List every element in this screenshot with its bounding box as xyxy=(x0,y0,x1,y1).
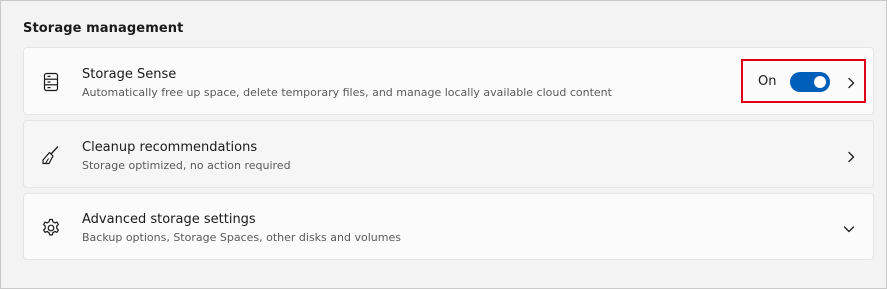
cleanup-recommendations-description: Storage optimized, no action required xyxy=(82,159,291,172)
storage-sense-card[interactable]: Storage Sense Automatically free up spac… xyxy=(23,47,874,115)
advanced-storage-settings-card[interactable]: Advanced storage settings Backup options… xyxy=(23,193,874,260)
advanced-storage-settings-description: Backup options, Storage Spaces, other di… xyxy=(82,231,401,244)
cleanup-recommendations-card[interactable]: Cleanup recommendations Storage optimize… xyxy=(23,120,874,188)
section-title: Storage management xyxy=(23,21,184,36)
settings-frame: Storage management Storage Sense Automat… xyxy=(0,0,887,289)
advanced-storage-settings-title: Advanced storage settings xyxy=(82,212,256,227)
storage-sense-toggle[interactable] xyxy=(790,72,830,92)
chevron-down-icon[interactable] xyxy=(842,221,856,235)
chevron-right-icon[interactable] xyxy=(844,149,858,163)
toggle-knob xyxy=(814,76,826,88)
storage-sense-title: Storage Sense xyxy=(82,67,177,82)
chevron-right-icon[interactable] xyxy=(844,75,858,89)
storage-sense-toggle-label: On xyxy=(758,74,777,89)
storage-drive-icon xyxy=(40,71,62,93)
gear-icon xyxy=(40,217,62,239)
broom-icon xyxy=(40,144,62,166)
storage-sense-description: Automatically free up space, delete temp… xyxy=(82,86,612,99)
cleanup-recommendations-title: Cleanup recommendations xyxy=(82,140,258,155)
